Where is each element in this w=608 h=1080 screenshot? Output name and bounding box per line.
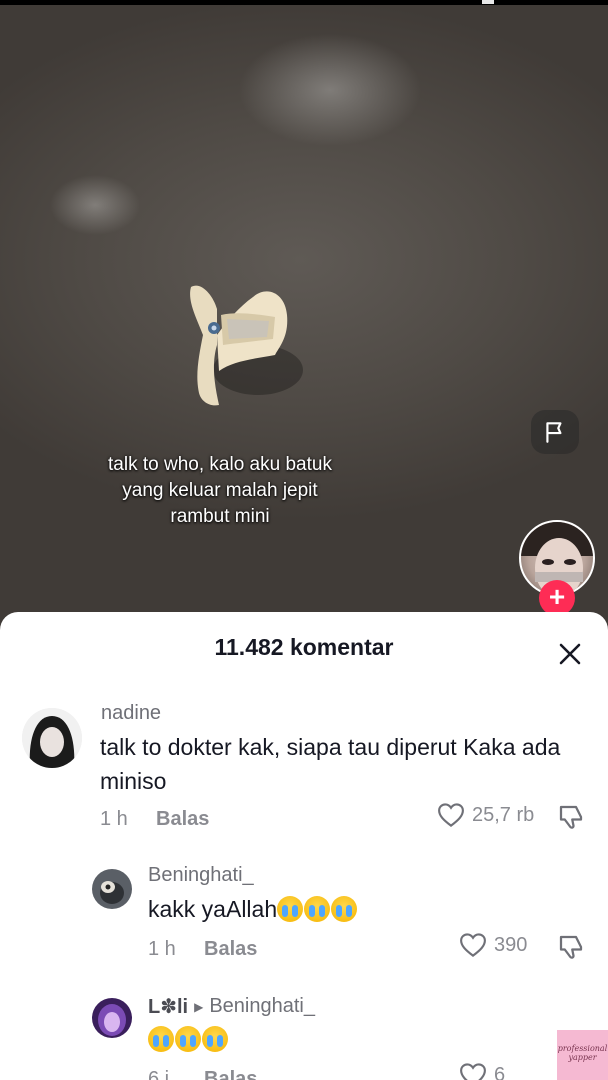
avatar[interactable] bbox=[92, 998, 132, 1038]
comment-username[interactable]: nadine bbox=[101, 702, 161, 725]
avatar[interactable] bbox=[22, 708, 82, 768]
like-button[interactable]: 390 bbox=[458, 930, 527, 960]
like-button[interactable]: 6 bbox=[458, 1060, 505, 1080]
comment-username[interactable]: Beninghati_ bbox=[148, 864, 254, 887]
avatar[interactable] bbox=[92, 869, 132, 909]
comment-text-body: kakk yaAllah bbox=[148, 896, 278, 922]
video-caption: talk to who, kalo aku batuk yang keluar … bbox=[108, 454, 332, 527]
reply-to-username[interactable]: Beninghati_ bbox=[209, 995, 315, 1018]
user-avatar-image bbox=[92, 998, 132, 1038]
heart-icon bbox=[460, 1063, 486, 1080]
watermark-line: professional bbox=[557, 1044, 608, 1053]
flag-icon bbox=[546, 422, 562, 443]
status-bar bbox=[0, 0, 608, 5]
reply-button[interactable]: Balas bbox=[204, 1068, 257, 1080]
comment-time: 1 h bbox=[100, 808, 128, 830]
comment-count-title: 11.482 komentar bbox=[214, 634, 394, 660]
reply-button[interactable]: Balas bbox=[204, 938, 257, 961]
follow-button[interactable]: + bbox=[539, 580, 575, 616]
like-count: 6 bbox=[494, 1063, 506, 1080]
loudly-crying-emoji bbox=[175, 1026, 201, 1052]
heart-icon bbox=[438, 803, 464, 827]
watermark: professional yapper bbox=[557, 1030, 608, 1080]
reply-button[interactable]: Balas bbox=[156, 808, 209, 831]
watermark-line: yapper bbox=[568, 1053, 597, 1062]
reply-arrow-icon: ▶ bbox=[194, 999, 204, 1014]
like-count: 390 bbox=[494, 933, 528, 956]
status-bar-indicator bbox=[482, 0, 494, 4]
like-button[interactable]: 25,7 rb bbox=[436, 800, 534, 830]
comment-username-row: L✽li ▶ Beninghati_ bbox=[148, 994, 315, 1019]
comment-text: talk to dokter kak, siapa tau diperut Ka… bbox=[100, 734, 561, 794]
user-avatar-image bbox=[92, 869, 132, 909]
user-avatar-image bbox=[22, 708, 82, 768]
comment-time: 6 j bbox=[148, 1068, 170, 1080]
comment-time: 1 h bbox=[148, 938, 176, 960]
dislike-icon[interactable] bbox=[556, 932, 586, 962]
video-player[interactable]: talk to who, kalo aku batuk yang keluar … bbox=[0, 0, 608, 640]
like-count: 25,7 rb bbox=[472, 803, 535, 826]
plus-icon: + bbox=[548, 581, 566, 612]
report-button[interactable] bbox=[531, 410, 579, 454]
comments-sheet: 11.482 komentar nadine talk to dokter ka… bbox=[0, 612, 608, 1080]
loudly-crying-emoji bbox=[202, 1026, 228, 1052]
close-icon[interactable] bbox=[555, 639, 585, 669]
loudly-crying-emoji bbox=[304, 896, 331, 922]
comment-text bbox=[148, 1022, 229, 1056]
hair-clip-image bbox=[190, 285, 303, 406]
comment-text: kakk yaAllah bbox=[148, 892, 358, 926]
loudly-crying-emoji bbox=[331, 896, 358, 922]
loudly-crying-emoji bbox=[277, 896, 304, 922]
comment-username[interactable]: L✽li bbox=[148, 994, 188, 1019]
heart-icon bbox=[460, 933, 486, 957]
dislike-icon[interactable] bbox=[556, 802, 586, 832]
loudly-crying-emoji bbox=[148, 1026, 174, 1052]
